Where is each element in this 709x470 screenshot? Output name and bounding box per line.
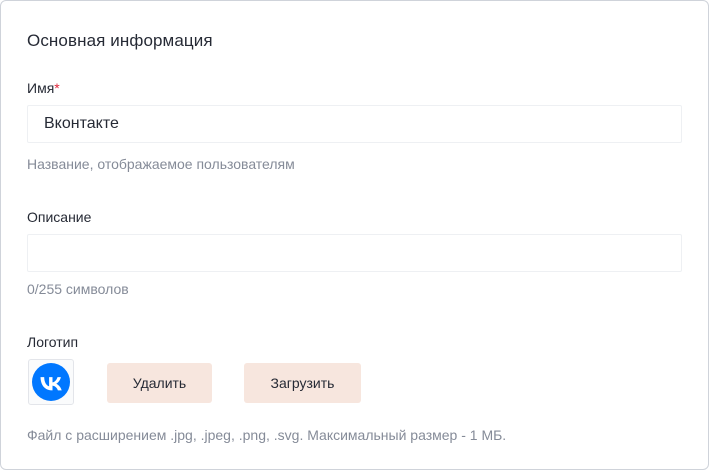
logo-preview [28,359,74,405]
vk-logo-icon [32,363,70,401]
name-hint: Название, отображаемое пользователям [27,156,295,172]
delete-logo-button[interactable]: Удалить [107,363,212,403]
description-label: Описание [27,209,92,225]
description-counter: 0/255 символов [27,281,129,297]
basic-info-card: Основная информация Имя* Название, отобр… [0,0,709,470]
required-mark: * [54,80,60,96]
logo-label: Логотип [27,334,79,350]
upload-logo-button[interactable]: Загрузить [244,363,361,403]
name-label: Имя* [27,80,60,96]
logo-hint: Файл с расширением .jpg, .jpeg, .png, .s… [27,427,507,443]
name-input[interactable] [27,105,682,143]
section-title: Основная информация [27,31,213,50]
description-input[interactable] [27,234,682,272]
name-label-text: Имя [27,80,55,96]
